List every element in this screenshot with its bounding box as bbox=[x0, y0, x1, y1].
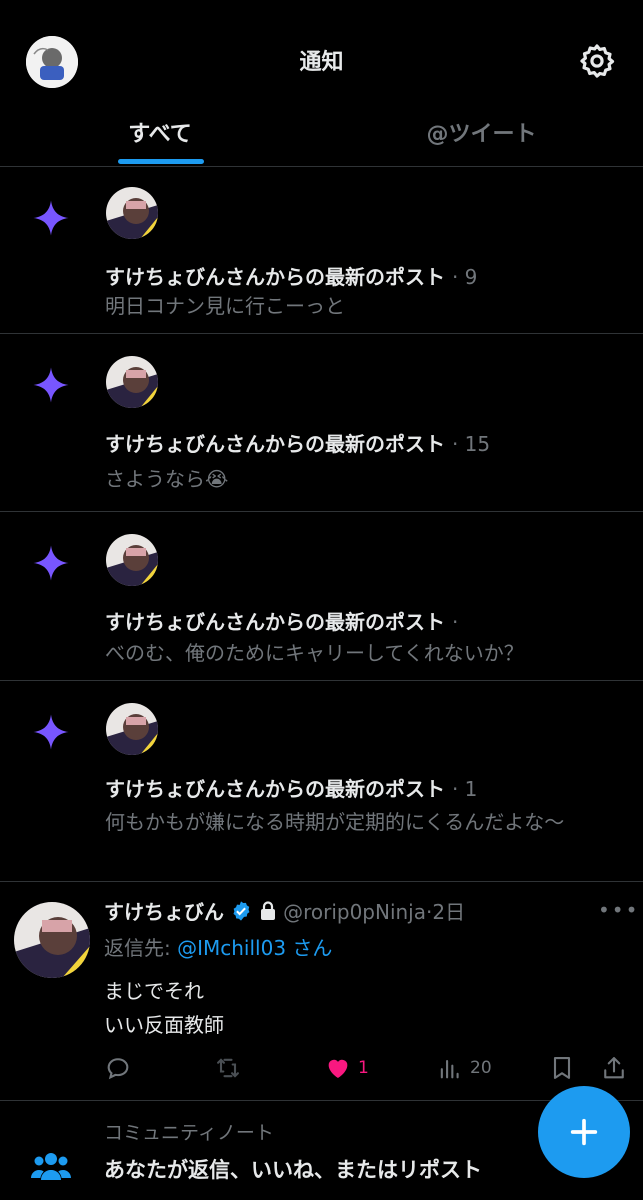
settings-gear-icon[interactable] bbox=[578, 42, 616, 80]
more-options-icon[interactable]: ••• bbox=[598, 898, 639, 922]
analytics-icon bbox=[440, 1059, 459, 1079]
notification-body: 明日コナン見に行こーっと bbox=[105, 294, 345, 318]
tweet-text: まじでそれ いい反面教師 bbox=[104, 974, 224, 1042]
notification-title: すけちょびんさんからの最新のポスト bbox=[105, 432, 445, 456]
view-count: 20 bbox=[470, 1058, 492, 1078]
lock-icon bbox=[259, 901, 277, 926]
notification-body: さようなら😭 bbox=[105, 467, 229, 491]
bookmark-button[interactable] bbox=[548, 1050, 576, 1086]
top-bar: 通知 bbox=[0, 0, 643, 100]
notification-time: · 9 bbox=[451, 265, 478, 289]
avatar[interactable] bbox=[106, 534, 158, 586]
notification-item[interactable]: すけちょびんさんからの最新のポスト · 9 明日コナン見に行こーっと bbox=[0, 167, 643, 334]
notification-body: べのむ、俺のためにキャリーしてくれないか？ bbox=[105, 641, 524, 665]
tweet-text-line: まじでそれ bbox=[104, 979, 204, 1003]
community-note-label: コミュニティノート bbox=[104, 1122, 274, 1144]
notification-time: · bbox=[451, 610, 459, 634]
tweet-header: すけちょびん @rorip0pNinja·2日 bbox=[104, 896, 465, 927]
reply-button[interactable] bbox=[104, 1050, 132, 1086]
page-title: 通知 bbox=[299, 50, 344, 75]
reply-to-link[interactable]: @IMchill03 さん bbox=[177, 936, 332, 960]
tweet-actions: 1 20 bbox=[0, 1050, 643, 1086]
notification-title: すけちょびんさんからの最新のポスト bbox=[105, 265, 445, 289]
reply-prefix: 返信先: bbox=[104, 936, 178, 960]
notification-time: · 1 bbox=[451, 777, 478, 801]
views-button[interactable]: 20 bbox=[436, 1050, 492, 1086]
tweet-author-handle[interactable]: @rorip0pNinja bbox=[283, 900, 426, 924]
sparkle-icon bbox=[30, 542, 72, 584]
sparkle-icon bbox=[30, 197, 72, 239]
notification-item[interactable]: すけちょびんさんからの最新のポスト · べのむ、俺のためにキャリーしてくれないか… bbox=[0, 512, 643, 681]
notification-item[interactable]: すけちょびんさんからの最新のポスト · 1 何もかもが嫌になる時期が定期的にくる… bbox=[0, 681, 643, 882]
share-button[interactable] bbox=[600, 1050, 628, 1086]
tweet-author-avatar[interactable] bbox=[14, 902, 90, 978]
notification-body: 何もかもが嫌になる時期が定期的にくるんだよな～ bbox=[105, 810, 565, 834]
sparkle-icon bbox=[30, 364, 72, 406]
like-button[interactable]: 1 bbox=[324, 1050, 369, 1086]
reply-context: 返信先: @IMchill03 さん bbox=[104, 932, 332, 961]
plus-icon bbox=[570, 1118, 598, 1146]
sparkle-icon bbox=[30, 711, 72, 753]
like-count: 1 bbox=[358, 1058, 369, 1078]
notification-title-row: すけちょびんさんからの最新のポスト · bbox=[105, 606, 458, 635]
reply-icon bbox=[107, 1058, 129, 1080]
bookmark-icon bbox=[553, 1057, 571, 1079]
repost-button[interactable] bbox=[214, 1050, 242, 1086]
notification-title: すけちょびんさんからの最新のポスト bbox=[105, 777, 445, 801]
active-tab-indicator bbox=[118, 159, 204, 164]
heart-icon bbox=[328, 1059, 348, 1078]
avatar[interactable] bbox=[106, 703, 158, 755]
avatar[interactable] bbox=[106, 187, 158, 239]
notification-item[interactable]: すけちょびんさんからの最新のポスト · 15 さようなら😭 bbox=[0, 334, 643, 512]
notification-title-row: すけちょびんさんからの最新のポスト · 1 bbox=[105, 773, 477, 802]
share-icon bbox=[604, 1057, 624, 1079]
verified-badge-icon bbox=[230, 900, 252, 927]
tweet-time: ·2日 bbox=[426, 900, 466, 924]
repost-icon bbox=[217, 1058, 239, 1078]
community-note-text: あなたが返信、いいね、またはリポスト bbox=[104, 1158, 482, 1182]
tab-mentions[interactable]: @ツイート bbox=[320, 116, 643, 148]
avatar[interactable] bbox=[106, 356, 158, 408]
notification-title-row: すけちょびんさんからの最新のポスト · 15 bbox=[105, 428, 490, 457]
tweet-text-line: いい反面教師 bbox=[104, 1013, 224, 1037]
compose-button[interactable] bbox=[538, 1086, 630, 1178]
notification-time: · 15 bbox=[451, 432, 491, 456]
tab-all[interactable]: すべて bbox=[0, 116, 320, 148]
tweet-author-name[interactable]: すけちょびん bbox=[104, 900, 224, 924]
notification-tabs: すべて @ツイート bbox=[0, 100, 643, 167]
notification-title-row: すけちょびんさんからの最新のポスト · 9 bbox=[105, 261, 477, 290]
community-people-icon bbox=[30, 1150, 72, 1182]
tweet[interactable]: すけちょびん @rorip0pNinja·2日 ••• 返信先: @IMchil… bbox=[0, 882, 643, 1101]
notification-title: すけちょびんさんからの最新のポスト bbox=[105, 610, 445, 634]
